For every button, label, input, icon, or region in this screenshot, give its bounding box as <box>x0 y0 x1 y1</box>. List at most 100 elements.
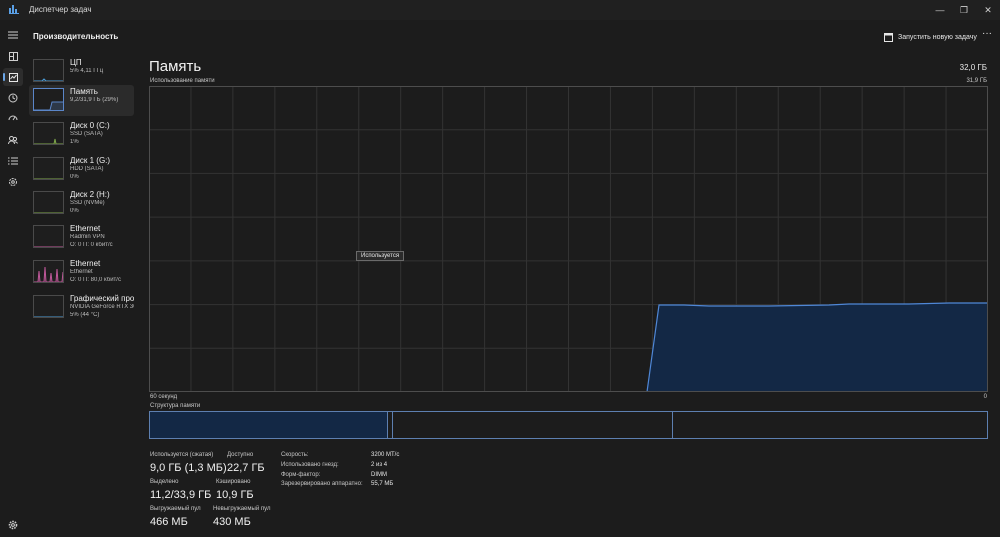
device-item[interactable]: Память 9,2/31,9 ГБ (29%) <box>29 85 134 116</box>
device-detail: Radmin VPN <box>70 234 105 240</box>
memory-total: 32,0 ГБ <box>959 63 987 72</box>
available-value: 22,7 ГБ <box>227 462 265 474</box>
chart-axis-time-label: 60 секунд <box>150 394 178 400</box>
settings-icon <box>8 520 18 530</box>
maximize-icon: ❐ <box>959 4 969 15</box>
device-name: Графический про <box>70 294 134 303</box>
device-item[interactable]: Диск 0 (C:) SSD (SATA) 1% <box>29 119 134 150</box>
memory-usage-chart[interactable] <box>149 86 988 392</box>
device-thumbnail-graph <box>33 260 64 283</box>
device-detail: 1% <box>70 139 79 145</box>
device-detail: 0% <box>70 174 79 180</box>
device-thumbnail-graph <box>33 122 64 145</box>
device-detail: О: 0 П: 80,0 кбит/с <box>70 277 121 283</box>
more-options-button[interactable]: ··· <box>980 28 994 44</box>
device-detail: HDD (SATA) <box>70 166 104 172</box>
structure-free-segment[interactable] <box>673 412 987 438</box>
menu-icon <box>8 31 18 39</box>
speed-value: 3200 MT/c <box>371 452 400 458</box>
structure-standby-segment[interactable] <box>393 412 673 438</box>
in-use-tooltip: Используется <box>356 251 405 261</box>
device-item[interactable]: Ethernet Radmin VPN О: 0 П: 0 кбит/с <box>29 222 134 253</box>
device-detail: NVIDIA GeForce RTX 305 <box>70 304 134 310</box>
cached-label: Кэшировано <box>216 479 251 485</box>
cached-value: 10,9 ГБ <box>216 489 254 501</box>
close-button[interactable]: ✕ <box>973 0 1000 20</box>
memory-usage-max: 31,9 ГБ <box>966 78 987 84</box>
memory-structure-bar[interactable] <box>149 411 988 439</box>
device-thumbnail-graph <box>33 157 64 180</box>
nav-details[interactable] <box>3 152 23 170</box>
device-item[interactable]: ЦП 5% 4,11 ГГц <box>29 56 134 87</box>
device-item[interactable]: Диск 1 (G:) HDD (SATA) 0% <box>29 154 134 185</box>
form-factor-label: Форм-фактор: <box>281 472 321 478</box>
chart-axis-zero-label: 0 <box>983 394 987 400</box>
nav-processes[interactable] <box>3 47 23 65</box>
structure-in-use-segment[interactable] <box>150 412 387 438</box>
device-detail: SSD (NVMe) <box>70 200 105 206</box>
device-detail: 5% 4,11 ГГц <box>70 68 104 74</box>
device-thumbnail-graph <box>33 88 64 111</box>
device-name: Память <box>70 87 98 96</box>
committed-value: 11,2/33,9 ГБ <box>150 489 212 501</box>
minimize-icon: — <box>935 5 945 15</box>
processes-icon <box>8 51 18 61</box>
nav-settings[interactable] <box>3 516 23 534</box>
in-use-value: 9,0 ГБ (1,3 МБ) <box>150 462 227 474</box>
memory-usage-label: Использование памяти <box>150 78 215 84</box>
page-title: Производительность <box>33 32 119 41</box>
title-bar: Диспетчер задач — ❐ ✕ <box>0 0 1000 20</box>
nav-menu-button[interactable] <box>3 26 23 44</box>
nav-users[interactable] <box>3 131 23 149</box>
available-label: Доступно <box>227 452 254 458</box>
nav-services[interactable] <box>3 173 23 191</box>
device-name: Ethernet <box>70 259 101 268</box>
hardware-reserved-value: 55,7 МБ <box>371 481 394 487</box>
users-icon <box>8 136 18 145</box>
nav-startup-apps[interactable] <box>3 110 23 128</box>
window-title: Диспетчер задач <box>29 5 92 14</box>
device-item[interactable]: Диск 2 (H:) SSD (NVMe) 0% <box>29 188 134 219</box>
device-name: Диск 0 (C:) <box>70 121 110 130</box>
device-thumbnail-graph <box>33 225 64 248</box>
nonpaged-pool-value: 430 МБ <box>213 516 251 528</box>
device-name: Диск 1 (G:) <box>70 156 111 165</box>
slots-used-label: Использовано гнезд: <box>281 462 339 468</box>
in-use-label: Используется (сжатая) <box>150 452 214 458</box>
device-name: Ethernet <box>70 224 101 233</box>
usage-area <box>647 303 988 392</box>
device-name: ЦП <box>70 58 82 67</box>
device-item[interactable]: Ethernet Ethernet О: 0 П: 80,0 кбит/с <box>29 257 134 288</box>
form-factor-value: DIMM <box>371 472 387 478</box>
run-new-task-label: Запустить новую задачу <box>898 33 977 41</box>
page-header: Производительность Запустить новую задач… <box>0 22 1000 52</box>
navigation-rail <box>0 22 26 537</box>
nav-app-history[interactable] <box>3 89 23 107</box>
startup-apps-icon <box>8 115 18 121</box>
nav-performance[interactable] <box>3 68 23 86</box>
more-icon: ··· <box>982 28 992 39</box>
device-thumbnail-graph <box>33 191 64 214</box>
memory-structure-label: Структура памяти <box>150 403 201 409</box>
close-icon: ✕ <box>984 4 992 15</box>
performance-icon <box>8 72 18 82</box>
task-manager-app-icon <box>9 5 19 14</box>
run-new-task-button[interactable]: Запустить новую задачу <box>884 29 977 45</box>
device-detail: О: 0 П: 0 кбит/с <box>70 242 113 248</box>
device-detail: 9,2/31,9 ГБ (29%) <box>70 97 119 103</box>
committed-label: Выделено <box>150 479 179 485</box>
paged-pool-value: 466 МБ <box>150 516 188 528</box>
paged-pool-label: Выгружаемый пул <box>150 506 201 512</box>
device-detail: Ethernet <box>70 269 93 275</box>
speed-label: Скорость: <box>281 452 309 458</box>
app-history-icon <box>8 93 18 103</box>
device-detail: 5% (44 °C) <box>70 312 100 318</box>
run-task-icon <box>884 32 893 42</box>
device-detail: 0% <box>70 208 79 214</box>
services-icon <box>9 178 17 186</box>
device-item[interactable]: Графический про NVIDIA GeForce RTX 305 5% … <box>29 292 134 323</box>
device-detail: SSD (SATA) <box>70 131 103 137</box>
slots-used-value: 2 из 4 <box>371 462 388 468</box>
device-thumbnail-graph <box>33 59 64 82</box>
details-icon <box>8 157 18 165</box>
